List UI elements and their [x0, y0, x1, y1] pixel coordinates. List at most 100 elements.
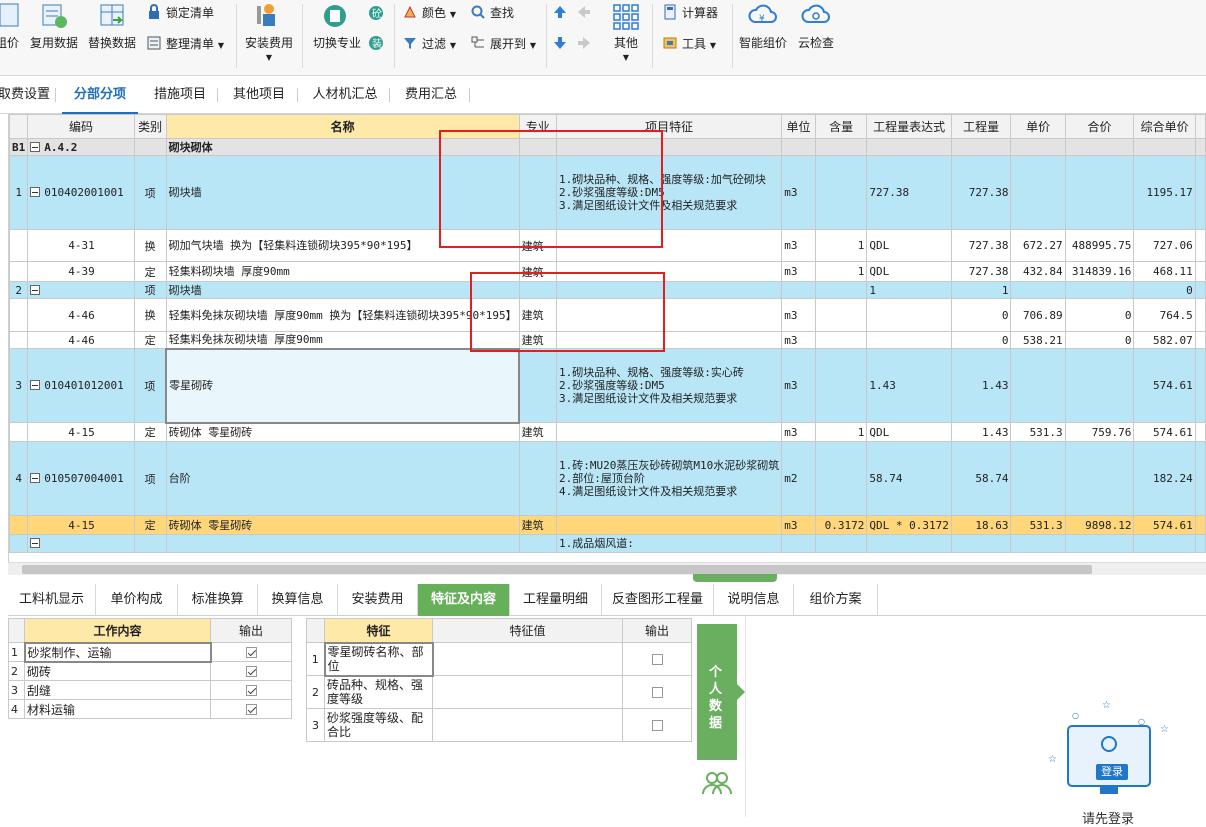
cell-code[interactable]: A.4.2: [27, 138, 135, 156]
col-feature-value[interactable]: 特征值: [432, 618, 623, 643]
cell-price[interactable]: [1010, 138, 1066, 156]
list-item[interactable]: 3 刮缝: [8, 680, 292, 700]
cell-type[interactable]: [133, 534, 167, 553]
tab-description[interactable]: 说明信息: [714, 584, 794, 616]
cell-ratio[interactable]: [814, 331, 868, 349]
install-fee-button[interactable]: 安装费用 ▼: [243, 0, 295, 62]
cell-unit[interactable]: m3: [781, 155, 816, 230]
cell-price[interactable]: 672.27: [1010, 229, 1066, 262]
cell-price[interactable]: [1010, 534, 1066, 553]
cell-major[interactable]: [518, 534, 557, 553]
cell-code[interactable]: 4-15: [27, 515, 135, 535]
col-qty[interactable]: 工程量: [950, 114, 1012, 139]
cell-code[interactable]: 010401012001: [27, 348, 135, 423]
cell-total[interactable]: [1064, 138, 1135, 156]
cell-comp-price[interactable]: 574.61: [1133, 422, 1196, 442]
tab-fee-summary[interactable]: 费用汇总: [392, 76, 470, 114]
cell-price[interactable]: [1010, 281, 1066, 299]
cell-major[interactable]: [518, 441, 557, 516]
tab-reverse-graphic-qty[interactable]: 反查图形工程量: [602, 584, 714, 616]
cell-expr[interactable]: 727.38: [866, 155, 952, 230]
cell-code[interactable]: 010402001001: [27, 155, 135, 230]
cell-qty[interactable]: [950, 534, 1012, 553]
cell-expr[interactable]: [866, 298, 952, 332]
tab-install-fee[interactable]: 安装费用: [338, 584, 418, 616]
cell-unit[interactable]: [781, 138, 816, 156]
cell-expr[interactable]: 58.74: [866, 441, 952, 516]
cloud-check-button[interactable]: 云检查: [794, 0, 838, 62]
cell-unit[interactable]: m3: [781, 298, 816, 332]
col-work-content[interactable]: 工作内容: [24, 618, 211, 643]
tab-conversion-info[interactable]: 换算信息: [258, 584, 338, 616]
reuse-data-button[interactable]: 复用数据: [28, 0, 80, 62]
login-button[interactable]: 登录: [1096, 764, 1128, 780]
cell-type[interactable]: 定: [133, 515, 167, 535]
cell-total[interactable]: 488995.75: [1064, 229, 1135, 262]
cell-ratio[interactable]: 0.3172: [814, 515, 868, 535]
cell-code[interactable]: 4-15: [27, 422, 135, 442]
cell-name[interactable]: 轻集料免抹灰砌块墙 厚度90mm 换为【轻集料连锁砌块395*90*195】: [165, 298, 520, 332]
cell-code[interactable]: [27, 281, 135, 299]
other-button[interactable]: 其他 ▼: [606, 0, 646, 62]
move-up-button[interactable]: [552, 2, 572, 24]
tab-labor-material-display[interactable]: 工料机显示: [8, 584, 96, 616]
cell-comp-price[interactable]: 574.61: [1133, 515, 1196, 535]
col-type[interactable]: 类别: [133, 114, 167, 139]
cell-total[interactable]: 0: [1064, 331, 1135, 349]
tab-other-items[interactable]: 其他项目: [220, 76, 298, 114]
cell-code[interactable]: 4-31: [27, 229, 135, 262]
tools-button[interactable]: 工具 ▼: [662, 33, 716, 55]
cell-type[interactable]: [133, 138, 167, 156]
cell-total[interactable]: [1064, 441, 1135, 516]
output-checkbox[interactable]: [245, 704, 257, 715]
panel-splitter[interactable]: [693, 574, 777, 582]
table-row[interactable]: 1.成品烟风道:: [9, 534, 1206, 553]
col-comp-price[interactable]: 综合单价: [1133, 114, 1196, 139]
horizontal-scrollbar[interactable]: [8, 562, 1206, 575]
cell-type[interactable]: 换: [133, 229, 167, 262]
cell-comp-price[interactable]: 764.5: [1133, 298, 1196, 332]
table-row[interactable]: 4-15 定砖砌体 零星砌砖 建筑 m3 0.3172 QDL * 0.3172 18.63…: [9, 515, 1206, 535]
cell-total[interactable]: 9898.12: [1064, 515, 1135, 535]
cell-total[interactable]: 759.76: [1064, 422, 1135, 442]
cell-qty[interactable]: 58.74: [950, 441, 1012, 516]
output-checkbox[interactable]: [245, 685, 257, 696]
work-content-name[interactable]: 材料运输: [24, 699, 211, 719]
cell-feature[interactable]: 1.砖:MU20蒸压灰砂砖砌筑M10水泥砂浆砌筑 2.部位:屋顶台阶 4.满足图纸设…: [555, 441, 783, 516]
output-checkbox[interactable]: [651, 654, 663, 665]
move-right-button[interactable]: [576, 33, 596, 55]
col-price[interactable]: 单价: [1010, 114, 1066, 139]
organize-list-button[interactable]: 整理清单 ▼: [146, 33, 224, 55]
tab-standard-conversion[interactable]: 标准换算: [178, 584, 258, 616]
cell-name[interactable]: 轻集料免抹灰砌块墙 厚度90mm: [165, 331, 520, 349]
collapse-toggle[interactable]: [30, 284, 41, 295]
cell-expr[interactable]: QDL: [866, 422, 952, 442]
cell-qty[interactable]: [950, 138, 1012, 156]
personal-data-tab[interactable]: 个人数据: [697, 624, 745, 760]
cell-unit[interactable]: m3: [781, 422, 816, 442]
tab-labor-material-summary[interactable]: 人材机汇总: [300, 76, 390, 114]
col-code[interactable]: 编码: [27, 114, 135, 139]
cell-qty[interactable]: 1: [950, 281, 1012, 299]
collapse-toggle[interactable]: [30, 380, 41, 390]
cell-comp-price[interactable]: 582.07: [1133, 331, 1196, 349]
collapse-toggle[interactable]: [30, 141, 41, 152]
cell-code[interactable]: [27, 534, 135, 553]
col-ratio[interactable]: 含量: [814, 114, 868, 139]
table-row[interactable]: 4-15 定砖砌体 零星砌砖 建筑 m3 1 QDL 1.43 531.3 759.76 574.…: [9, 422, 1206, 442]
cell-name[interactable]: 台阶: [165, 441, 520, 516]
cell-name[interactable]: 砖砌体 零星砌砖: [165, 422, 520, 442]
cell-price[interactable]: [1010, 441, 1066, 516]
cell-total[interactable]: [1064, 155, 1135, 230]
cell-expr[interactable]: 1.43: [866, 348, 952, 423]
cell-name[interactable]: [165, 534, 520, 553]
cell-type[interactable]: 定: [133, 331, 167, 349]
cell-ratio[interactable]: [814, 534, 868, 553]
people-icon[interactable]: [700, 768, 734, 798]
cell-unit[interactable]: m2: [781, 441, 816, 516]
move-left-button[interactable]: [576, 2, 596, 24]
list-item[interactable]: 2 砌砖: [8, 661, 292, 681]
feature-value[interactable]: [432, 708, 623, 742]
cell-ratio[interactable]: [814, 138, 868, 156]
tab-measures[interactable]: 措施项目: [142, 76, 218, 114]
